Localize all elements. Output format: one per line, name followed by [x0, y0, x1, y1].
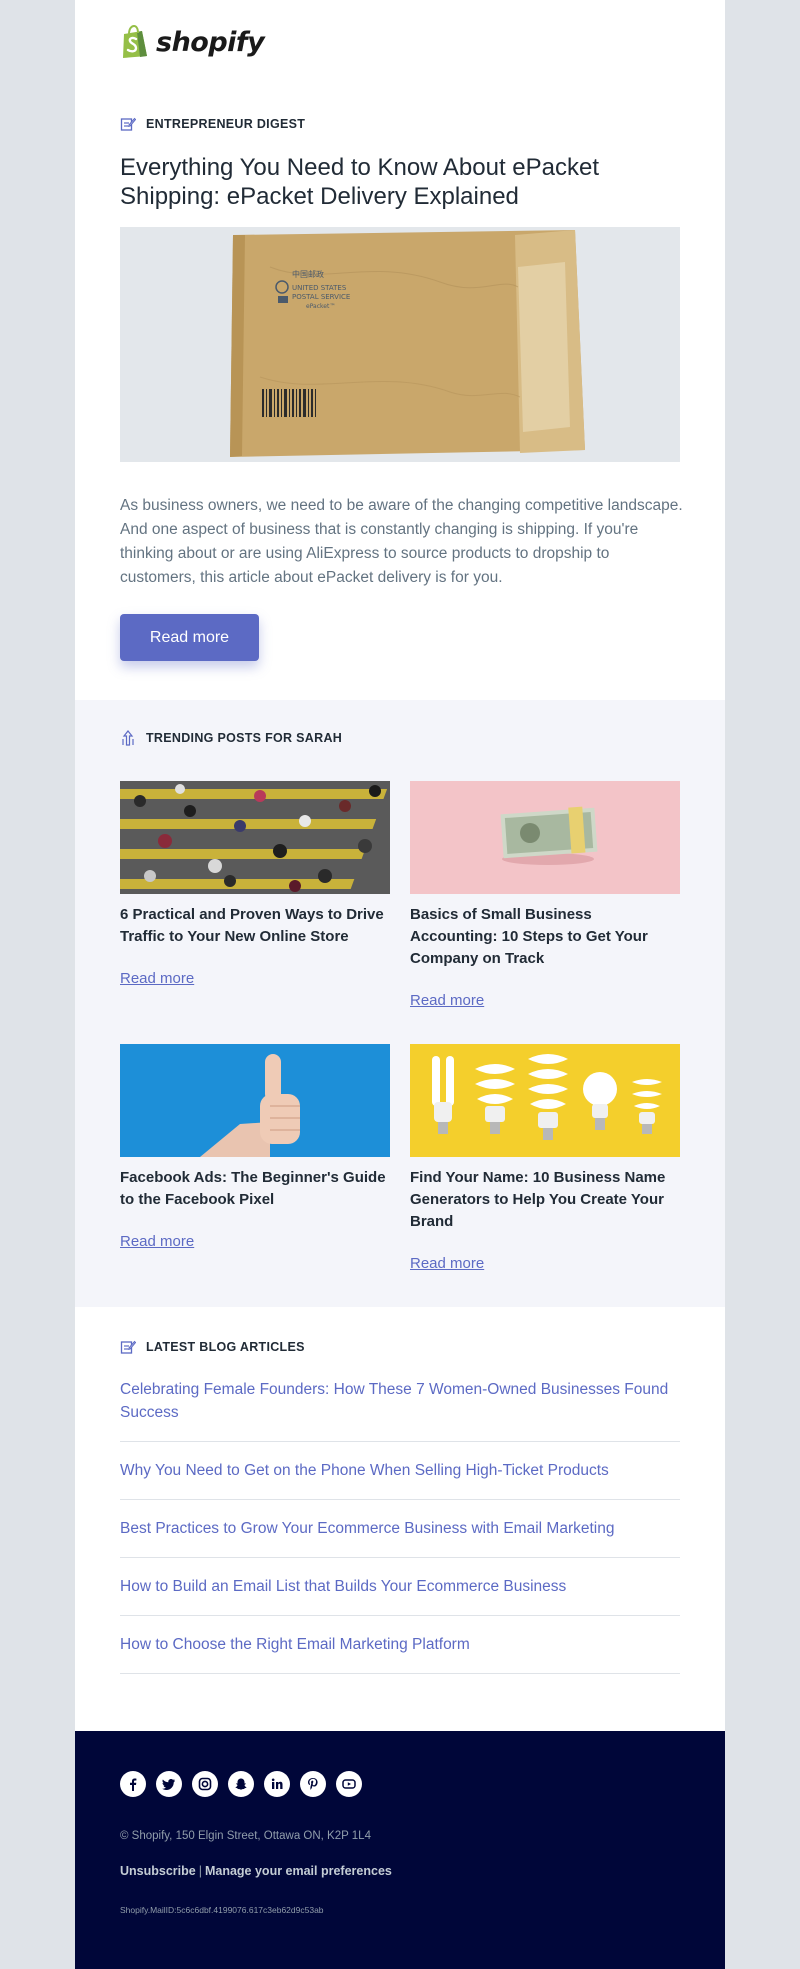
shopify-logo[interactable]: shopify — [120, 24, 265, 60]
crowd-crosswalk-illustration — [120, 781, 390, 894]
trending-post-read-more-link[interactable]: Read more — [120, 1233, 194, 1250]
social-links — [120, 1771, 362, 1797]
twitter-icon[interactable] — [156, 1771, 182, 1797]
footer-links: Unsubscribe | Manage your email preference… — [120, 1864, 392, 1878]
digest-section-label: Entrepreneur Digest — [120, 116, 305, 132]
envelope-illustration: 中国邮政 UNITED STATES POSTAL SERVICE ePacke… — [120, 227, 680, 462]
trending-post-title[interactable]: Facebook Ads: The Beginner's Guide to th… — [120, 1167, 390, 1211]
unsubscribe-link[interactable]: Unsubscribe — [120, 1864, 196, 1878]
dollar-bills-image[interactable] — [410, 781, 680, 894]
linkedin-icon[interactable] — [264, 1771, 290, 1797]
trending-post-read-more-link[interactable]: Read more — [410, 992, 484, 1009]
latest-article-link[interactable]: How to Choose the Right Email Marketing … — [120, 1633, 680, 1656]
latest-label-text: Latest blog articles — [146, 1340, 305, 1354]
list-item: Why You Need to Get on the Phone When Se… — [120, 1442, 680, 1500]
latest-article-link[interactable]: How to Build an Email List that Builds Y… — [120, 1575, 680, 1598]
facebook-icon[interactable] — [120, 1771, 146, 1797]
trending-post-read-more-link[interactable]: Read more — [410, 1255, 484, 1272]
instagram-icon[interactable] — [192, 1771, 218, 1797]
trending-posts-section: Trending posts for Sarah — [75, 700, 725, 1307]
digest-article-title[interactable]: Everything You Need to Know About ePacke… — [120, 153, 680, 211]
trending-post-title[interactable]: Basics of Small Business Accounting: 10 … — [410, 904, 680, 970]
pinterest-icon[interactable] — [300, 1771, 326, 1797]
snapchat-icon[interactable] — [228, 1771, 254, 1797]
footer-mail-id: Shopify.MailID:5c6c6dbf.4199076.617c3eb6… — [120, 1905, 324, 1915]
latest-article-link[interactable]: Celebrating Female Founders: How These 7… — [120, 1378, 680, 1424]
trending-post-title[interactable]: Find Your Name: 10 Business Name Generat… — [410, 1167, 680, 1233]
email-container: shopify Entrepreneur Digest Everything Y… — [75, 0, 725, 1969]
logo-wordmark: shopify — [156, 26, 265, 58]
latest-articles-list: Celebrating Female Founders: How These 7… — [120, 1371, 680, 1674]
light-bulbs-image[interactable] — [410, 1044, 680, 1157]
footer-address: © Shopify, 150 Elgin Street, Ottawa ON, … — [120, 1830, 371, 1842]
footer-link-separator: | — [198, 1864, 202, 1878]
trending-section-label: Trending posts for Sarah — [120, 730, 342, 746]
dollar-bills-illustration — [410, 781, 680, 894]
trending-post-read-more-link[interactable]: Read more — [120, 970, 194, 987]
youtube-icon[interactable] — [336, 1771, 362, 1797]
envelope-chinapost-text: 中国邮政 — [292, 269, 324, 279]
digest-article-excerpt: As business owners, we need to be aware … — [120, 497, 683, 586]
list-item: How to Build an Email List that Builds Y… — [120, 1558, 680, 1616]
latest-article-link[interactable]: Why You Need to Get on the Phone When Se… — [120, 1459, 680, 1482]
envelope-epacket-text: ePacket™ — [306, 303, 335, 310]
trending-card: Find Your Name: 10 Business Name Generat… — [410, 1044, 680, 1273]
envelope-postal-service-text: POSTAL SERVICE — [292, 293, 350, 301]
trending-card: Basics of Small Business Accounting: 10 … — [410, 781, 680, 1010]
light-bulbs-illustration — [410, 1044, 680, 1157]
trending-label-text: Trending posts for Sarah — [146, 731, 343, 745]
trending-card: 6 Practical and Proven Ways to Drive Tra… — [120, 781, 390, 988]
trending-card: Facebook Ads: The Beginner's Guide to th… — [120, 1044, 390, 1251]
manage-preferences-link[interactable]: Manage your email preferences — [205, 1864, 392, 1878]
list-item: Celebrating Female Founders: How These 7… — [120, 1371, 680, 1442]
list-item: How to Choose the Right Email Marketing … — [120, 1616, 680, 1674]
latest-article-link[interactable]: Best Practices to Grow Your Ecommerce Bu… — [120, 1517, 680, 1540]
edit-note-icon — [120, 117, 136, 131]
list-item: Best Practices to Grow Your Ecommerce Bu… — [120, 1500, 680, 1558]
trending-post-title[interactable]: 6 Practical and Proven Ways to Drive Tra… — [120, 904, 390, 948]
thumbs-up-image[interactable] — [120, 1044, 390, 1157]
digest-label-text: Entrepreneur Digest — [146, 117, 306, 131]
envelope-usps-text: UNITED STATES — [292, 284, 347, 292]
email-footer: © Shopify, 150 Elgin Street, Ottawa ON, … — [75, 1731, 725, 1969]
epacket-envelope-image[interactable]: 中国邮政 UNITED STATES POSTAL SERVICE ePacke… — [120, 227, 680, 462]
digest-read-more-button[interactable]: Read more — [120, 614, 259, 661]
crowd-crosswalk-image[interactable] — [120, 781, 390, 894]
shopify-bag-icon — [123, 25, 147, 58]
trending-arrow-icon — [122, 730, 134, 746]
thumbs-up-illustration — [120, 1044, 390, 1157]
edit-note-icon — [120, 1340, 136, 1354]
latest-section-label: Latest blog articles — [120, 1339, 305, 1355]
